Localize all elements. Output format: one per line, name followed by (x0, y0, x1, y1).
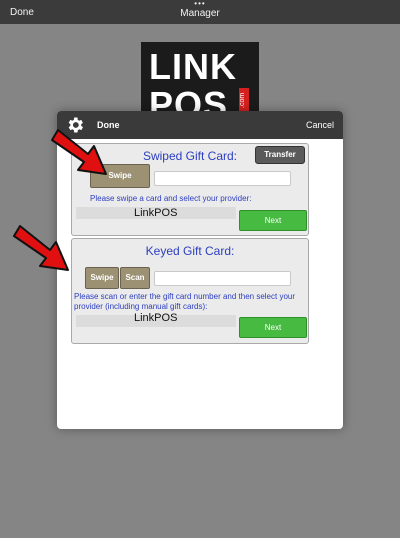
keyed-scan-button[interactable]: Scan (120, 267, 150, 289)
keyed-title: Keyed Gift Card: (145, 244, 235, 258)
linkpos-logo: LINK POS .com (141, 42, 259, 114)
top-bar: ••• Done Manager (0, 0, 400, 24)
keyed-swipe-button[interactable]: Swipe (85, 267, 119, 289)
swiped-provider-label: LinkPOS (134, 207, 178, 219)
keyed-message: Please scan or enter the gift card numbe… (74, 292, 296, 311)
keyed-next-button[interactable]: Next (239, 317, 307, 338)
logo-line-1: LINK (149, 46, 237, 87)
keyed-gift-card-panel: Keyed Gift Card: Swipe Scan Please scan … (71, 238, 309, 344)
logo-com: .com (239, 88, 249, 112)
red-arrow-icon (51, 129, 107, 175)
red-arrow-icon (13, 225, 69, 271)
topbar-title: Manager (180, 8, 220, 19)
swiped-card-field[interactable] (154, 171, 291, 186)
keyed-provider-label: LinkPOS (134, 312, 178, 324)
logo-line-2: POS (149, 84, 229, 114)
more-dots-icon[interactable]: ••• (0, 0, 400, 8)
keyed-card-number-field[interactable] (154, 271, 291, 286)
transfer-button[interactable]: Transfer (255, 146, 305, 164)
dialog-cancel-button[interactable]: Cancel (306, 120, 334, 130)
swiped-message: Please swipe a card and select your prov… (90, 194, 252, 203)
swiped-next-button[interactable]: Next (239, 210, 307, 231)
